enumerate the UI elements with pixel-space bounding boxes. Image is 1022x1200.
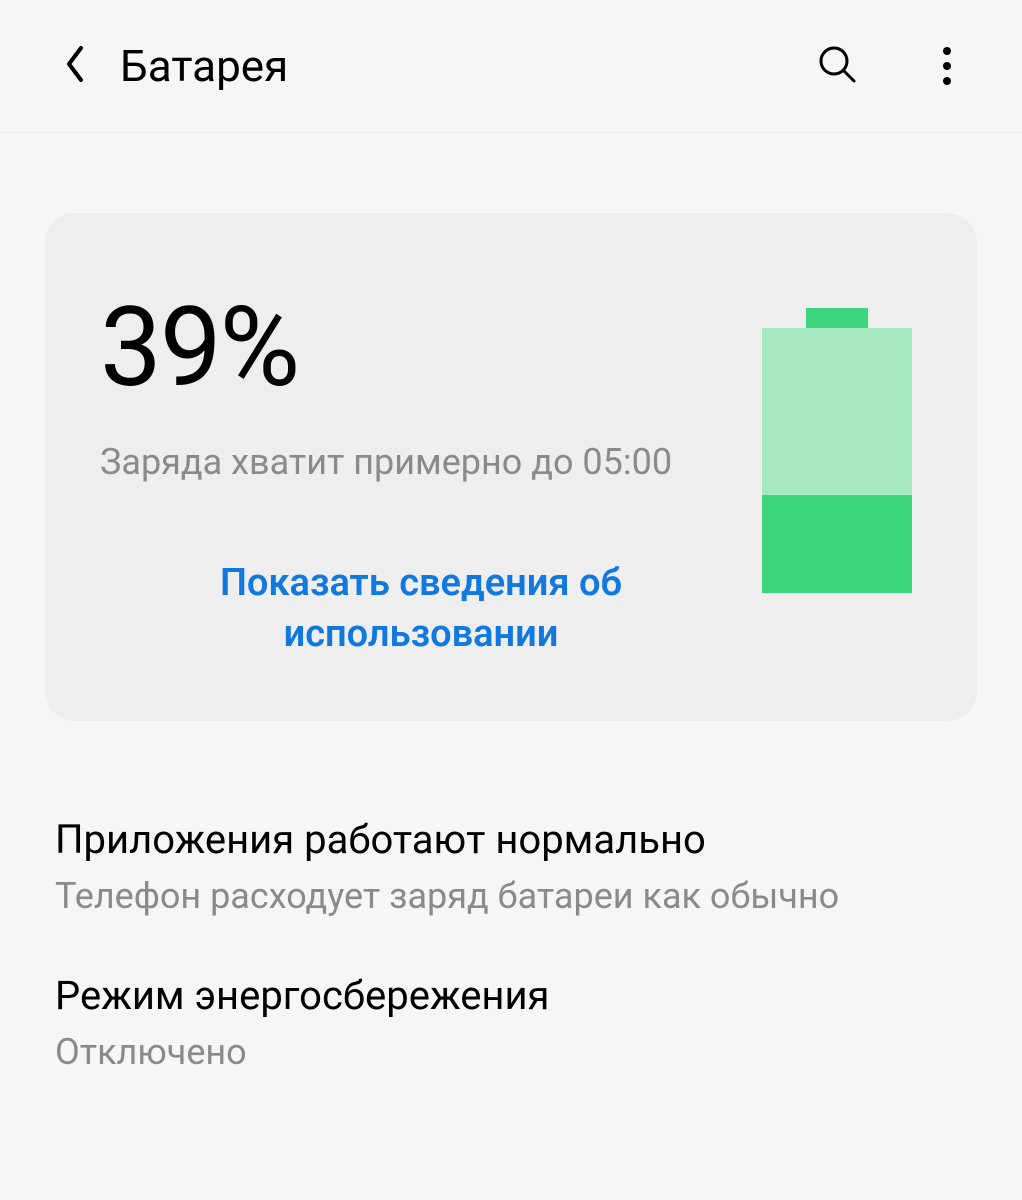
- chevron-left-icon: [62, 44, 88, 88]
- settings-item-title: Приложения работают нормально: [55, 816, 967, 863]
- back-button[interactable]: [50, 41, 100, 91]
- header-actions: [812, 41, 972, 91]
- more-button[interactable]: [922, 41, 972, 91]
- page-title: Батарея: [120, 40, 812, 92]
- battery-info: 39% Заряда хватит примерно до 05:00 Пока…: [100, 293, 742, 661]
- header: Батарея: [0, 0, 1022, 133]
- search-icon: [817, 44, 857, 88]
- settings-item-subtitle: Отключено: [55, 1031, 967, 1073]
- content: 39% Заряда хватит примерно до 05:00 Пока…: [0, 133, 1022, 1128]
- settings-list: Приложения работают нормально Телефон ра…: [45, 721, 977, 1128]
- apps-status-item[interactable]: Приложения работают нормально Телефон ра…: [55, 816, 967, 972]
- battery-visual: [762, 293, 922, 661]
- battery-status-card: 39% Заряда хватит примерно до 05:00 Пока…: [45, 213, 977, 721]
- battery-icon: [762, 308, 912, 593]
- battery-estimate: Заряда хватит примерно до 05:00: [100, 441, 742, 483]
- search-button[interactable]: [812, 41, 862, 91]
- settings-item-title: Режим энергосбережения: [55, 972, 967, 1019]
- more-vertical-icon: [943, 47, 951, 85]
- settings-item-subtitle: Телефон расходует заряд батареи как обыч…: [55, 875, 967, 917]
- usage-details-link[interactable]: Показать сведения об использовании: [151, 558, 691, 661]
- power-saving-item[interactable]: Режим энергосбережения Отключено: [55, 972, 967, 1128]
- battery-percent: 39%: [100, 293, 742, 403]
